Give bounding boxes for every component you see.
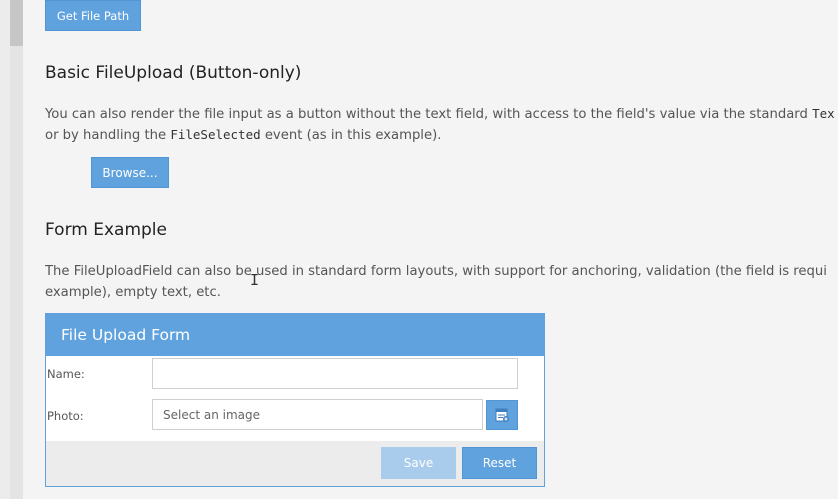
code-snippet-fileselected: FileSelected xyxy=(170,127,261,142)
photo-label: Photo: xyxy=(47,409,84,423)
code-snippet-text: Tex xyxy=(812,106,835,121)
description-text: or by handling the xyxy=(45,128,171,143)
browse-button-label: Browse... xyxy=(102,165,158,180)
name-label: Name: xyxy=(47,367,85,381)
form-description-line1: The FileUploadField can also be used in … xyxy=(45,264,827,279)
form-toolbar: Save Reset xyxy=(46,441,544,486)
section-description-line1: You can also render the file input as a … xyxy=(45,103,835,125)
file-upload-icon xyxy=(495,408,509,422)
panel-header: File Upload Form xyxy=(46,314,544,356)
name-input[interactable] xyxy=(152,358,518,389)
photo-file-input[interactable] xyxy=(152,399,483,430)
photo-browse-button[interactable] xyxy=(486,400,518,430)
browse-button[interactable]: Browse... xyxy=(91,157,169,188)
main-content: Get File Path Basic FileUpload (Button-o… xyxy=(45,0,838,499)
description-text: You can also render the file input as a … xyxy=(45,107,813,122)
text-cursor-icon: I xyxy=(250,271,260,289)
save-button[interactable]: Save xyxy=(381,447,456,479)
get-file-path-button[interactable]: Get File Path xyxy=(45,0,141,31)
save-button-label: Save xyxy=(403,456,434,470)
section-title-form-example: Form Example xyxy=(45,220,167,240)
panel-title: File Upload Form xyxy=(61,326,191,344)
form-description-line2: example), empty text, etc. xyxy=(45,285,221,300)
section-description-line2: or by handling the FileSelected event (a… xyxy=(45,124,441,146)
reset-button[interactable]: Reset xyxy=(462,447,537,479)
reset-button-label: Reset xyxy=(482,456,517,470)
get-file-path-button-label: Get File Path xyxy=(56,8,130,23)
file-upload-form-panel: File Upload Form Name: Photo: Save Reset xyxy=(45,313,545,487)
page-left-strip xyxy=(0,0,10,499)
description-text: event (as in this example). xyxy=(260,128,442,143)
section-title-button-only: Basic FileUpload (Button-only) xyxy=(45,63,302,83)
scrollbar-track[interactable] xyxy=(10,46,23,499)
scrollbar-thumb[interactable] xyxy=(10,0,23,46)
